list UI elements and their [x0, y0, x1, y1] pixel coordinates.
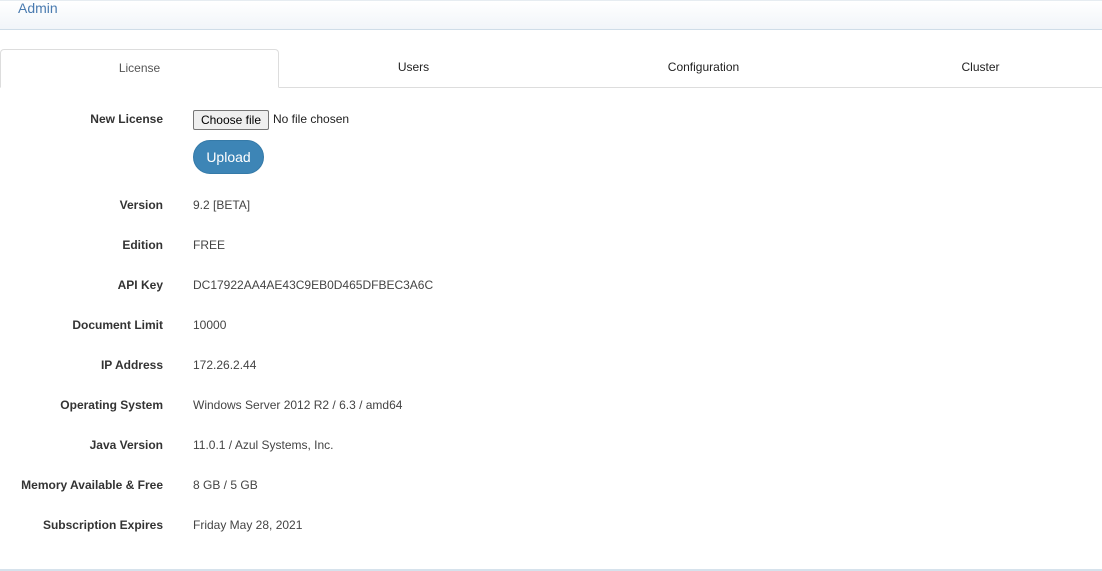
- tab-bar: License Users Configuration Cluster: [0, 49, 1102, 88]
- tab-users[interactable]: Users: [279, 49, 548, 88]
- ip-address-value: 172.26.2.44: [193, 358, 257, 372]
- upload-button[interactable]: Upload: [193, 140, 264, 174]
- edition-value: FREE: [193, 238, 226, 252]
- page-title: Admin: [18, 0, 58, 16]
- ip-address-label: IP Address: [100, 358, 163, 372]
- document-limit-label: Document Limit: [72, 318, 163, 332]
- api-key-label: API Key: [117, 278, 163, 292]
- memory-label: Memory Available & Free: [21, 478, 163, 492]
- choose-file-button[interactable]: Choose file: [193, 110, 269, 130]
- version-value: 9.2 [BETA]: [193, 198, 251, 212]
- api-key-value: DC17922AA4AE43C9EB0D465DFBEC3A6C: [193, 278, 434, 292]
- new-license-label: New License: [90, 112, 163, 126]
- version-label: Version: [119, 198, 163, 212]
- java-version-label: Java Version: [89, 438, 163, 452]
- java-version-value: 11.0.1 / Azul Systems, Inc.: [193, 438, 334, 452]
- tab-license[interactable]: License: [0, 49, 279, 88]
- memory-value: 8 GB / 5 GB: [193, 478, 258, 492]
- edition-label: Edition: [122, 238, 163, 252]
- tab-configuration[interactable]: Configuration: [548, 49, 859, 88]
- tab-cluster[interactable]: Cluster: [859, 49, 1102, 88]
- subscription-expires-value: Friday May 28, 2021: [193, 518, 303, 532]
- operating-system-label: Operating System: [60, 398, 163, 412]
- file-status-text: No file chosen: [273, 112, 350, 126]
- document-limit-value: 10000: [193, 318, 227, 332]
- operating-system-value: Windows Server 2012 R2 / 6.3 / amd64: [193, 398, 403, 412]
- subscription-expires-label: Subscription Expires: [42, 518, 163, 532]
- admin-header: Admin: [0, 0, 1102, 30]
